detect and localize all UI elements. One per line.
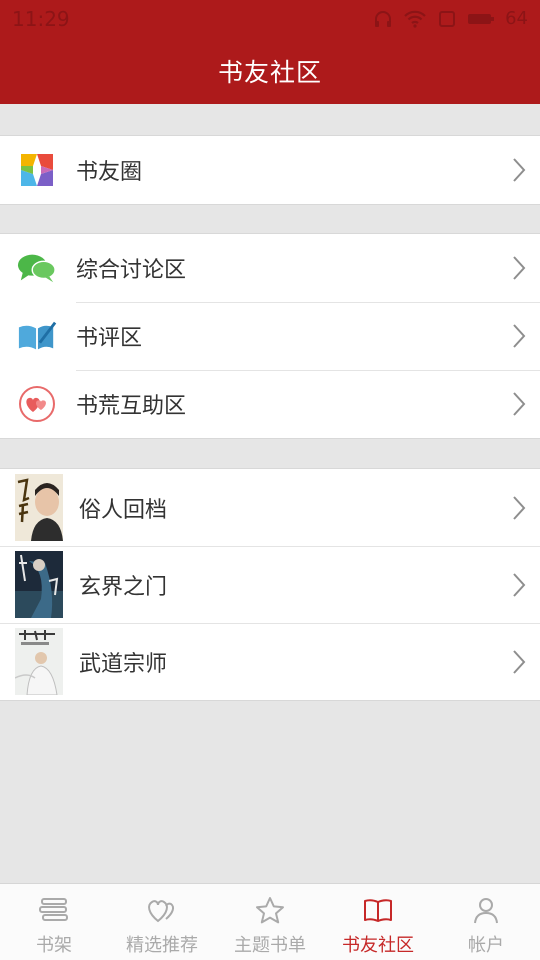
list-item-label: 玄界之门 (79, 574, 168, 600)
book-cover (15, 628, 63, 695)
battery-icon (468, 13, 495, 24)
header: 书友社区 (0, 38, 540, 104)
chevron-right-icon (513, 256, 526, 280)
list-item-label: 书友圈 (76, 160, 143, 185)
chevron-right-icon (513, 649, 526, 674)
tab-label: 帐户 (468, 935, 504, 956)
tab-bookshelf[interactable]: 书架 (0, 884, 108, 960)
tab-featured[interactable]: 精选推荐 (108, 884, 216, 960)
books-group: 俗人回档 玄界之门 武道宗师 (0, 468, 540, 701)
tab-label: 书架 (36, 935, 72, 956)
chevron-right-icon (513, 572, 526, 597)
heart-icon (146, 895, 178, 925)
list-item-general-discussion[interactable]: 综合讨论区 (0, 234, 540, 302)
chevron-right-icon (513, 495, 526, 520)
chat-bubbles-icon (17, 248, 57, 288)
list-item-label: 武道宗师 (79, 651, 168, 677)
headphones-icon (375, 10, 392, 27)
status-bar: 11:29 64 (0, 0, 540, 38)
list-item-book[interactable]: 玄界之门 (0, 546, 540, 623)
book-cover (15, 551, 63, 618)
tab-label: 精选推荐 (126, 935, 198, 956)
chevron-right-icon (513, 158, 526, 182)
book-pen-icon (17, 316, 57, 356)
list-item-book-help[interactable]: 书荒互助区 (0, 370, 540, 438)
tab-booklists[interactable]: 主题书单 (216, 884, 324, 960)
chevron-right-icon (513, 324, 526, 348)
list-item-label: 书评区 (76, 326, 143, 351)
chevron-right-icon (513, 392, 526, 416)
list-item-label: 书荒互助区 (76, 394, 187, 419)
list-item-label: 俗人回档 (79, 497, 168, 523)
list-item-book[interactable]: 武道宗师 (0, 623, 540, 700)
list-item-book[interactable]: 俗人回档 (0, 469, 540, 546)
hearts-icon (17, 384, 57, 424)
wifi-icon (404, 10, 426, 28)
status-icons: 64 (373, 8, 528, 29)
list-item-label: 综合讨论区 (76, 258, 187, 283)
list-item-book-reviews[interactable]: 书评区 (0, 302, 540, 370)
sim-icon (439, 10, 456, 27)
battery-level: 64 (505, 8, 528, 29)
star-icon (255, 895, 285, 925)
pinwheel-icon (17, 150, 57, 190)
tab-account[interactable]: 帐户 (432, 884, 540, 960)
tab-community[interactable]: 书友社区 (324, 884, 432, 960)
tab-label: 主题书单 (234, 935, 306, 956)
list-item-moments[interactable]: 书友圈 (0, 136, 540, 204)
bottom-tab-bar: 书架 精选推荐 主题书单 书友社区 帐户 (0, 883, 540, 960)
bookshelf-icon (38, 895, 70, 925)
page-title: 书友社区 (217, 58, 322, 87)
moments-group: 书友圈 (0, 135, 540, 205)
user-icon (472, 895, 500, 925)
tab-label: 书友社区 (342, 935, 414, 956)
open-book-icon (363, 895, 393, 925)
book-cover (15, 474, 63, 541)
forums-group: 综合讨论区 书评区 书荒互助区 (0, 233, 540, 439)
status-time: 11:29 (12, 7, 70, 31)
